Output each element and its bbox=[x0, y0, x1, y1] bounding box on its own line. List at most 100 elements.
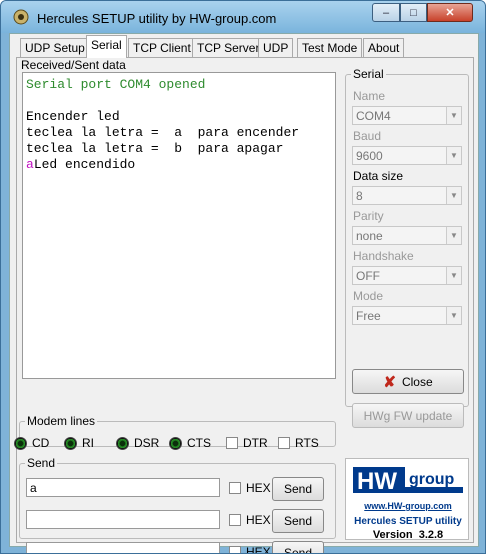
minimize-icon: – bbox=[382, 6, 390, 19]
send-button[interactable]: Send bbox=[272, 541, 324, 554]
tab-label: Serial bbox=[91, 38, 122, 52]
rts-checkbox[interactable]: RTS bbox=[278, 436, 319, 450]
version-number: 3.2.8 bbox=[418, 529, 444, 541]
send-input[interactable]: a bbox=[26, 478, 220, 497]
send-button[interactable]: Send bbox=[272, 509, 324, 533]
send-label: Send bbox=[283, 514, 313, 528]
led-ri: RI bbox=[64, 436, 94, 450]
logo-group-text: group bbox=[409, 471, 455, 488]
name-select[interactable]: COM4 ▼ bbox=[352, 106, 462, 125]
send-label: Send bbox=[283, 546, 313, 554]
checkbox-box[interactable] bbox=[229, 514, 241, 526]
datasize-select[interactable]: 8 ▼ bbox=[352, 186, 462, 205]
hex-checkbox[interactable]: HEX bbox=[229, 513, 271, 527]
window-title: Hercules SETUP utility by HW-group.com bbox=[37, 11, 277, 26]
tab-udp-setup[interactable]: UDP Setup bbox=[20, 38, 90, 58]
checkbox-box[interactable] bbox=[229, 546, 241, 553]
chevron-down-icon: ▼ bbox=[446, 267, 461, 284]
mode-value: Free bbox=[356, 309, 381, 323]
log-line: teclea la letra = a para encender bbox=[26, 125, 300, 140]
close-x-icon: ✘ bbox=[383, 373, 396, 391]
hw-group-logo-mark: HW group bbox=[353, 467, 463, 495]
logo-url[interactable]: www.HW-group.com bbox=[346, 501, 470, 511]
hex-label: HEX bbox=[246, 481, 271, 495]
hex-label: HEX bbox=[246, 513, 271, 527]
send-legend: Send bbox=[27, 456, 56, 470]
received-data-textarea[interactable]: Serial port COM4 opened Encender led tecl… bbox=[22, 72, 336, 379]
tab-serial[interactable]: Serial bbox=[86, 35, 127, 58]
tab-label: TCP Client bbox=[133, 41, 191, 55]
close-port-button[interactable]: ✘ Close bbox=[352, 369, 464, 394]
led-indicator-icon bbox=[116, 436, 129, 450]
send-row: HEX Send bbox=[26, 541, 330, 554]
led-indicator-icon bbox=[14, 436, 27, 450]
chevron-down-icon: ▼ bbox=[446, 227, 461, 244]
app-window: Hercules SETUP utility by HW-group.com –… bbox=[0, 0, 486, 554]
tab-label: About bbox=[368, 41, 400, 55]
hex-checkbox[interactable]: HEX bbox=[229, 545, 271, 554]
send-input[interactable] bbox=[26, 510, 220, 529]
send-button[interactable]: Send bbox=[272, 477, 324, 501]
tab-label: TCP Server bbox=[197, 41, 260, 55]
name-value: COM4 bbox=[356, 109, 391, 123]
handshake-label: Handshake bbox=[353, 249, 414, 263]
checkbox-box[interactable] bbox=[226, 437, 238, 449]
checkbox-box[interactable] bbox=[278, 437, 290, 449]
led-cts: CTS bbox=[169, 436, 211, 450]
modem-lines-group: Modem lines CD RI DSR CTS DTR RTS bbox=[14, 414, 336, 450]
baud-select[interactable]: 9600 ▼ bbox=[352, 146, 462, 165]
led-label: DSR bbox=[134, 436, 160, 450]
maximize-icon: □ bbox=[410, 6, 417, 19]
tab-label: Test Mode bbox=[302, 41, 358, 55]
led-label: CTS bbox=[187, 436, 211, 450]
send-input[interactable] bbox=[26, 542, 220, 553]
close-window-button[interactable]: ✕ bbox=[427, 3, 473, 22]
led-indicator-icon bbox=[64, 436, 77, 450]
minimize-button[interactable]: – bbox=[372, 3, 400, 22]
led-indicator-icon bbox=[169, 436, 182, 450]
hw-group-logo[interactable]: HW group www.HW-group.com Hercules SETUP… bbox=[345, 458, 470, 541]
chevron-down-icon: ▼ bbox=[446, 107, 461, 124]
checkbox-label: DTR bbox=[243, 436, 268, 450]
log-text: Led encendido bbox=[33, 157, 136, 172]
log-line: Encender led bbox=[26, 109, 120, 124]
title-bar[interactable]: Hercules SETUP utility by HW-group.com –… bbox=[1, 1, 485, 33]
led-dsr: DSR bbox=[116, 436, 159, 450]
maximize-button[interactable]: □ bbox=[400, 3, 427, 22]
checkbox-box[interactable] bbox=[229, 482, 241, 494]
send-row: a HEX Send bbox=[26, 477, 330, 501]
tab-about[interactable]: About bbox=[363, 38, 405, 58]
hex-checkbox[interactable]: HEX bbox=[229, 481, 271, 495]
log-line-last: aLed encendido bbox=[26, 157, 332, 173]
led-label: RI bbox=[82, 436, 94, 450]
dtr-checkbox[interactable]: DTR bbox=[226, 436, 268, 450]
modem-legend: Modem lines bbox=[27, 414, 96, 428]
mode-select[interactable]: Free ▼ bbox=[352, 306, 462, 325]
send-row: HEX Send bbox=[26, 509, 330, 533]
hercules-app-icon bbox=[13, 9, 29, 25]
chevron-down-icon: ▼ bbox=[446, 307, 461, 324]
close-label: Close bbox=[401, 374, 433, 389]
parity-value: none bbox=[356, 229, 383, 243]
handshake-value: OFF bbox=[356, 269, 380, 283]
tab-tcp-server[interactable]: TCP Server bbox=[192, 38, 265, 58]
tab-udp[interactable]: UDP bbox=[258, 38, 294, 58]
chevron-down-icon: ▼ bbox=[446, 187, 461, 204]
handshake-select[interactable]: OFF ▼ bbox=[352, 266, 462, 285]
parity-label: Parity bbox=[353, 209, 384, 223]
client-area: UDP Setup Serial TCP Client TCP Server U… bbox=[9, 33, 479, 553]
received-sent-label: Received/Sent data bbox=[21, 58, 126, 72]
parity-select[interactable]: none ▼ bbox=[352, 226, 462, 245]
checkbox-label: RTS bbox=[295, 436, 319, 450]
hwg-fw-update-button[interactable]: HWg FW update bbox=[352, 403, 464, 428]
version-text: Version 3.2.8 bbox=[346, 529, 470, 541]
status-line: Serial port COM4 opened bbox=[26, 77, 206, 92]
log-line: teclea la letra = b para apagar bbox=[26, 141, 284, 156]
serial-tab-panel: Received/Sent data Serial port COM4 open… bbox=[14, 57, 474, 553]
hex-label: HEX bbox=[246, 545, 271, 554]
send-label: Send bbox=[283, 482, 313, 496]
tab-test-mode[interactable]: Test Mode bbox=[297, 38, 363, 58]
tab-label: UDP bbox=[263, 41, 289, 55]
baud-label: Baud bbox=[353, 129, 382, 143]
tab-tcp-client[interactable]: TCP Client bbox=[128, 38, 196, 58]
